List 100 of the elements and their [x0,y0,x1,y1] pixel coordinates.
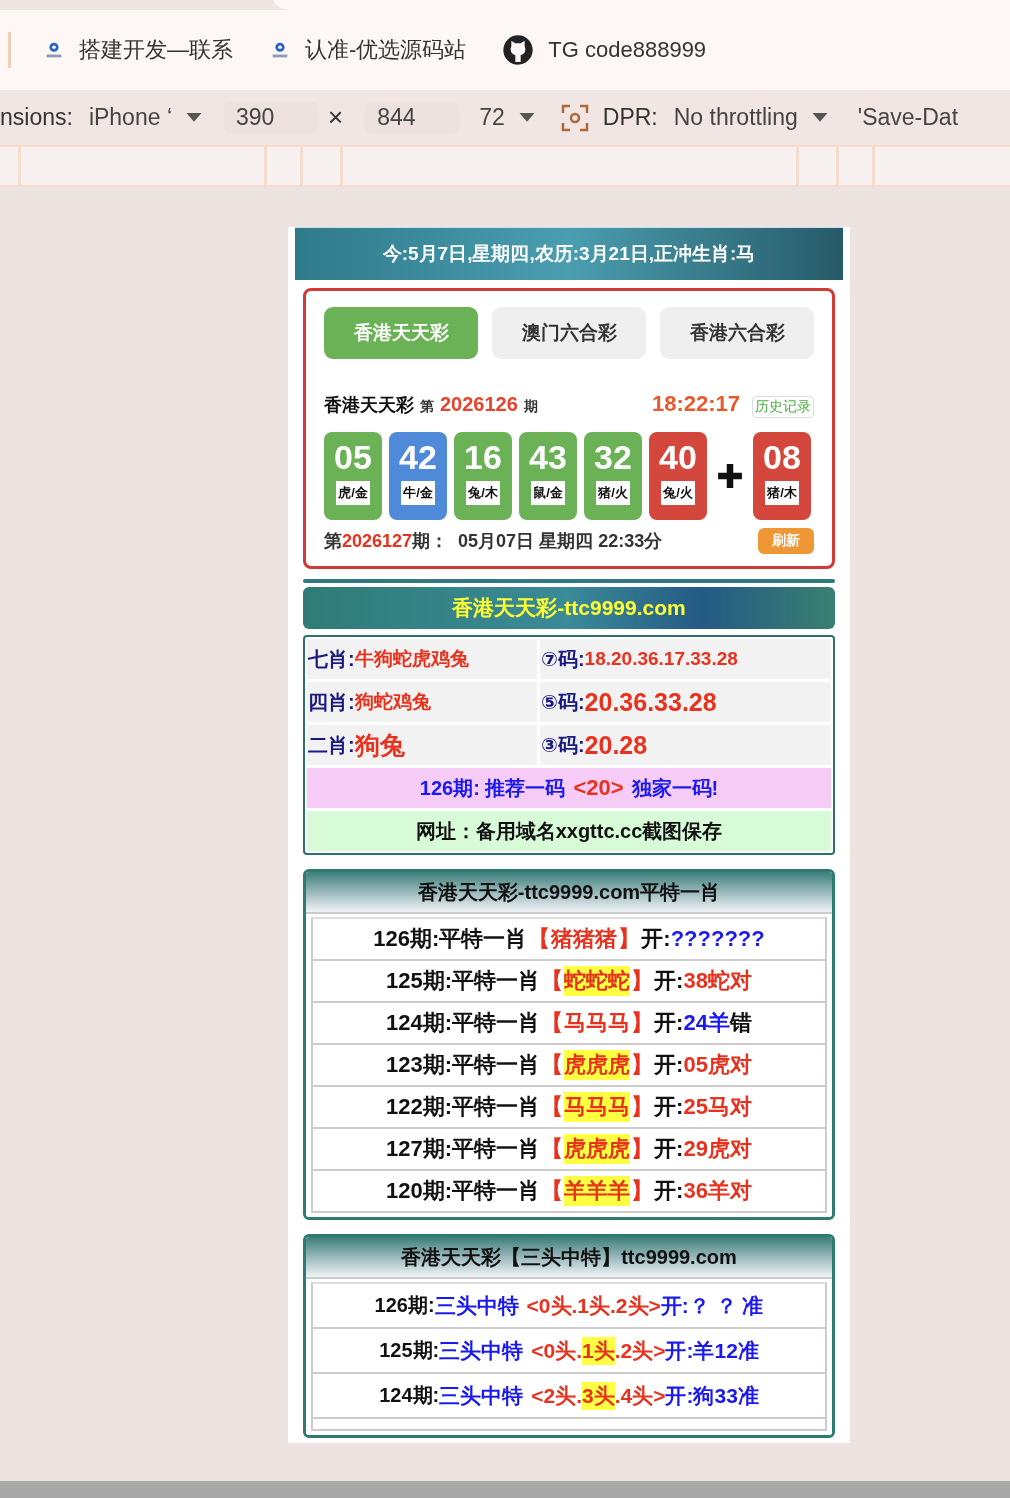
pick-label: 七肖: [308,646,355,672]
issue-number: 2026126 [440,393,518,416]
zodiac-pick: 虎虎虎 [564,1050,631,1080]
pick-label: 二肖: [308,732,355,756]
number-picks: 20.28 [584,730,648,760]
zodiac-pick: 蛇蛇蛇 [564,966,631,996]
zodiac-label: 牛/金 [401,481,435,505]
issue-prefix: 第 [420,398,434,416]
result-label: 开: [641,925,671,953]
result-label: 开: [654,967,684,995]
result-label: 开: [654,1135,684,1163]
recommend-number: <20> [573,775,624,801]
zodiac-pick: 马马马 [564,1092,631,1122]
dimensions-label: nsions: [0,104,73,131]
zodiac-pick: 马马马 [564,1009,631,1037]
zodiac-pick: 猪猪猪 [551,925,618,953]
bookmark[interactable]: TG code888999 [502,34,707,66]
notice-text: 网址：备用域名xxgttc.cc截图保存 [415,818,723,844]
issue-label: 125期:平特一肖 [386,967,541,995]
pick-label: ⑦码: [541,646,585,672]
head-pick: <0头. [531,1337,582,1364]
issue-label: 124期:平特一肖 [386,1009,541,1037]
issue-label: 126期:平特一肖 [373,925,528,953]
recommend-text: 126期: 推荐一码 [419,775,566,801]
result-value: 36羊 [683,1177,730,1205]
ball-number: 40 [659,438,697,477]
result-label: 开: [654,1051,684,1079]
bracket: 【 [541,1051,564,1079]
zoom-select[interactable]: 72 [479,104,505,131]
cat-logo-icon [502,34,535,66]
bracket: 【 [541,1093,564,1121]
issue-label: 125期: [379,1338,440,1363]
zodiac-label: 猪/木 [765,481,799,505]
result-value: 开:狗33准 [665,1382,759,1409]
result-value: 开:？ ？ 准 [660,1292,764,1319]
save-data-select[interactable]: 'Save-Dat [857,104,958,131]
bracket: 【 [541,1177,564,1205]
dpr-label: DPR: [602,104,658,131]
bracket: 】 [631,967,654,995]
caret-icon [186,112,202,123]
caret-icon [518,112,535,123]
site-banner: 香港天天彩-ttc9999.com [303,587,835,629]
plus-icon [717,463,743,489]
issue-label: 123期:平特一肖 [386,1051,541,1079]
zodiac-picks: 牛狗蛇虎鸡兔 [354,647,469,671]
result-label: 开: [654,1177,684,1205]
lottery-tab[interactable]: 澳门六合彩 [492,307,646,359]
ball-number: 16 [464,438,502,477]
bracket: 】 [618,925,641,953]
ball-number: 08 [763,438,801,477]
ball-number: 32 [594,438,632,477]
times-sign: × [328,102,344,133]
ball-number: 42 [399,438,437,477]
head-pick: <2头. [531,1382,582,1409]
bookmark[interactable]: 搭建开发—联系 [43,35,233,65]
next-draw-prefix: 第 [324,530,342,553]
result-value: 05虎 [683,1051,730,1079]
section-title: 香港天天彩【三头中特】ttc9999.com [306,1237,832,1277]
issue-label: 120期:平特一肖 [386,1177,541,1205]
head-pick: 1头 [582,1336,615,1365]
verdict-text: 对 [729,1093,752,1121]
ball-number: 05 [334,438,372,477]
bracket: 【 [528,925,551,953]
verdict-text: 对 [729,1051,752,1079]
pick-type: 三头中特 [434,1292,519,1319]
bookmark[interactable]: 认准-优选源码站 [269,35,467,65]
date-header: 今:5月7日,星期四,农历:3月21日,正冲生肖:马 [295,227,843,280]
throttling-select[interactable]: No throttling [673,104,798,131]
width-field[interactable]: 390 [224,102,318,133]
pick-label: 四肖: [308,689,355,715]
result-value: 25马 [683,1093,730,1121]
pick-type: 三头中特 [439,1337,524,1364]
lottery-name: 香港天天彩 [324,394,414,417]
bracket: 】 [631,1135,654,1163]
zodiac-label: 兔/火 [661,481,695,505]
zodiac-picks: 狗兔 [354,729,405,761]
result-label: 开: [654,1009,684,1037]
zodiac-label: 猪/火 [596,481,630,505]
height-field[interactable]: 844 [365,102,460,133]
issue-label: 127期:平特一肖 [386,1135,541,1163]
issue-suffix: 期 [523,398,538,416]
section-title: 香港天天彩-ttc9999.com平特一肖 [306,872,832,912]
verdict-text: 错 [729,1009,752,1037]
lottery-tab[interactable]: 香港六合彩 [660,307,814,359]
result-value: ??????? [670,926,765,952]
rotate-icon[interactable] [560,103,589,132]
bracket: 】 [631,1009,654,1037]
zodiac-picks: 狗蛇鸡兔 [354,690,431,714]
result-value: 38蛇 [683,967,730,995]
issue-label: 126期: [374,1293,435,1318]
head-pick: 3头 [582,1381,615,1410]
caret-icon [811,112,828,123]
result-label: 开: [654,1093,684,1121]
zodiac-label: 兔/木 [466,481,500,505]
zodiac-label: 鼠/金 [531,481,565,505]
result-value: 24羊 [683,1009,730,1037]
next-draw-time: 期： 05月07日 星期四 22:33分 [412,530,663,553]
device-select[interactable]: iPhone ‘ [88,104,172,131]
result-value: 开:羊12准 [665,1337,759,1364]
zodiac-pick: 羊羊羊 [564,1176,631,1206]
